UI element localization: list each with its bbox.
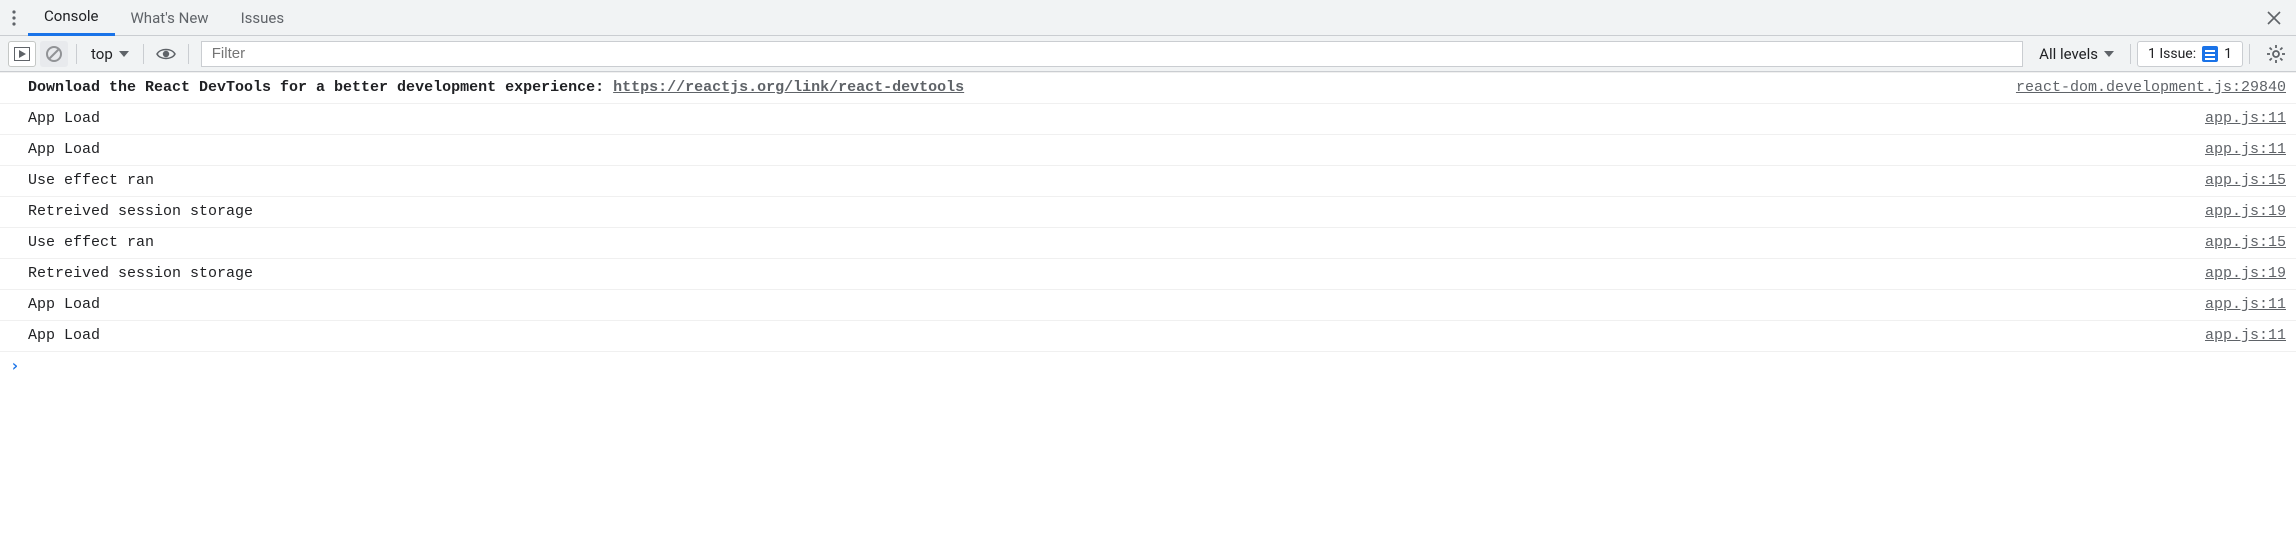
log-source-link[interactable]: app.js:19: [2205, 263, 2290, 285]
log-row: Retreived session storage app.js:19: [0, 197, 2296, 228]
log-source-link[interactable]: app.js:11: [2205, 294, 2290, 316]
log-source-link[interactable]: app.js:11: [2205, 108, 2290, 130]
issue-label: 1 Issue:: [2148, 46, 2196, 62]
log-source-link[interactable]: app.js:11: [2205, 325, 2290, 347]
log-source-link[interactable]: react-dom.development.js:29840: [2016, 77, 2290, 99]
close-panel-icon[interactable]: [2260, 0, 2288, 36]
log-row: App Load app.js:11: [0, 321, 2296, 352]
tab-whats-new[interactable]: What's New: [115, 0, 225, 36]
log-row: App Load app.js:11: [0, 135, 2296, 166]
execution-context-selector[interactable]: top: [83, 41, 137, 67]
toggle-sidebar-button[interactable]: [8, 41, 36, 67]
log-source-link[interactable]: app.js:19: [2205, 201, 2290, 223]
log-link[interactable]: https://reactjs.org/link/react-devtools: [613, 79, 964, 96]
tab-console[interactable]: Console: [28, 0, 115, 36]
more-menu-icon[interactable]: [0, 0, 28, 36]
log-message: Download the React DevTools for a better…: [28, 77, 2016, 99]
log-row: App Load app.js:11: [0, 104, 2296, 135]
log-levels-selector[interactable]: All levels: [2029, 45, 2124, 63]
levels-label: All levels: [2039, 45, 2098, 63]
prompt-caret-icon: ›: [10, 356, 20, 375]
tab-issues[interactable]: Issues: [225, 0, 301, 36]
live-expression-button[interactable]: [152, 41, 180, 67]
log-message: Retreived session storage: [28, 263, 2205, 285]
log-message: App Load: [28, 108, 2205, 130]
log-message: Use effect ran: [28, 170, 2205, 192]
log-row: App Load app.js:11: [0, 290, 2296, 321]
log-row: Use effect ran app.js:15: [0, 228, 2296, 259]
log-message: App Load: [28, 325, 2205, 347]
chevron-down-icon: [2104, 51, 2114, 57]
log-source-link[interactable]: app.js:11: [2205, 139, 2290, 161]
divider: [143, 44, 144, 64]
issue-count: 1: [2224, 46, 2232, 62]
issues-pill[interactable]: 1 Issue: 1: [2137, 41, 2243, 67]
divider: [188, 44, 189, 64]
log-message: Retreived session storage: [28, 201, 2205, 223]
context-label: top: [91, 45, 113, 63]
divider: [2249, 44, 2250, 64]
log-message: Use effect ran: [28, 232, 2205, 254]
log-row: Use effect ran app.js:15: [0, 166, 2296, 197]
log-source-link[interactable]: app.js:15: [2205, 170, 2290, 192]
filter-input[interactable]: [201, 41, 2023, 67]
log-row: Download the React DevTools for a better…: [0, 72, 2296, 104]
log-message: App Load: [28, 294, 2205, 316]
issue-icon: [2202, 46, 2218, 62]
clear-console-button[interactable]: [40, 41, 68, 67]
log-row: Retreived session storage app.js:19: [0, 259, 2296, 290]
log-message: App Load: [28, 139, 2205, 161]
console-log-area: Download the React DevTools for a better…: [0, 72, 2296, 379]
log-source-link[interactable]: app.js:15: [2205, 232, 2290, 254]
divider: [76, 44, 77, 64]
devtools-panel: Console What's New Issues top All levels: [0, 0, 2296, 379]
tab-bar: Console What's New Issues: [0, 0, 2296, 36]
chevron-down-icon: [119, 51, 129, 57]
console-prompt[interactable]: ›: [0, 352, 2296, 379]
divider: [2130, 44, 2131, 64]
settings-button[interactable]: [2262, 40, 2290, 68]
console-toolbar: top All levels 1 Issue: 1: [0, 36, 2296, 72]
